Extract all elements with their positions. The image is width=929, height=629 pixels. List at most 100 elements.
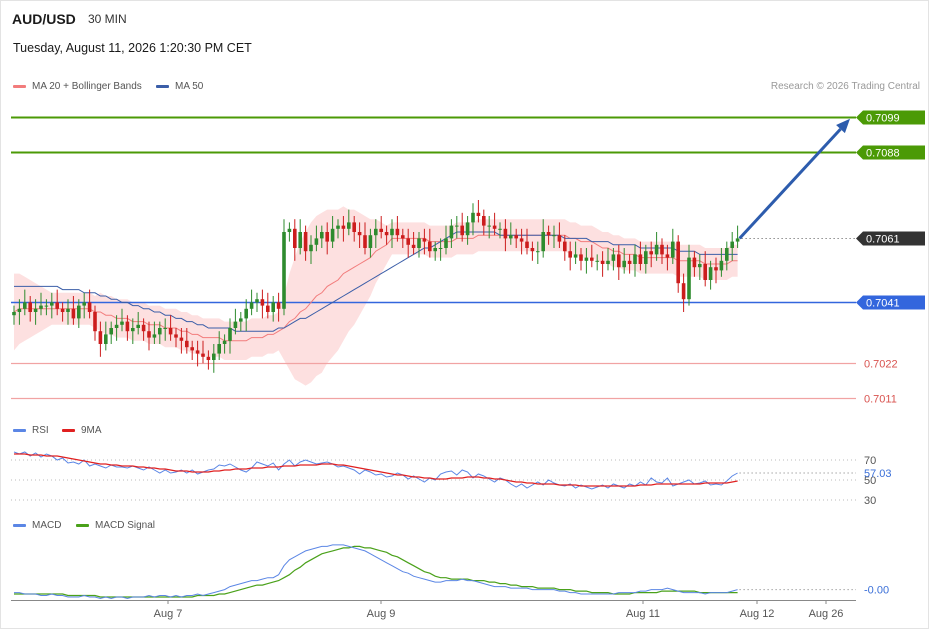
candle-body — [687, 257, 691, 300]
candle-body — [627, 260, 632, 264]
candle-body — [363, 235, 367, 248]
candle-body — [325, 232, 329, 242]
candle-body — [293, 228, 297, 248]
candle-body — [109, 328, 113, 335]
candle-body — [352, 222, 356, 232]
candle-body — [644, 251, 648, 264]
candle-body — [309, 244, 313, 252]
candle-body — [471, 212, 475, 223]
candle-body — [465, 222, 470, 236]
macd-current-label: -0.00 — [864, 585, 889, 597]
rsi-current-label: 57.03 — [864, 468, 892, 480]
candle-body — [249, 302, 254, 309]
candle-body — [422, 238, 427, 242]
candle-body — [428, 241, 432, 252]
current-price-label: 0.7061 — [866, 234, 900, 246]
candle-body — [600, 260, 605, 264]
candle-body — [39, 305, 43, 309]
candle-body — [692, 257, 697, 268]
candle-body — [482, 216, 486, 226]
candle-body — [120, 321, 124, 325]
candle-body — [114, 324, 119, 328]
candle-body — [222, 340, 227, 344]
candle-body — [141, 324, 146, 332]
candle-body — [514, 235, 518, 239]
candle-body — [681, 283, 686, 300]
candle-body — [622, 260, 626, 268]
rsi-tick-label: 70 — [864, 455, 876, 467]
candle-body — [390, 228, 394, 236]
candle-body — [260, 299, 265, 306]
candle-body — [314, 238, 319, 245]
rsi-tick-label: 30 — [864, 495, 876, 507]
candle-body — [438, 248, 443, 249]
candle-body — [530, 248, 535, 252]
candle-body — [163, 328, 167, 329]
candle-body — [719, 260, 724, 271]
candle-body — [401, 235, 405, 239]
level-label: 0.7011 — [864, 394, 897, 406]
candle-body — [654, 244, 659, 255]
candle-body — [136, 324, 140, 328]
candle-body — [320, 232, 324, 239]
candle-body — [411, 244, 416, 248]
candle-body — [708, 267, 713, 280]
candle-body — [174, 334, 178, 338]
candle-body — [379, 228, 383, 232]
candle-body — [384, 232, 389, 236]
candle-body — [455, 225, 459, 227]
candle-body — [649, 251, 653, 255]
candle-body — [28, 302, 32, 312]
candle-body — [87, 302, 92, 312]
candle-body — [336, 225, 340, 229]
x-tick-label: Aug 9 — [367, 608, 396, 620]
candle-body — [125, 321, 130, 332]
candle-body — [417, 238, 421, 248]
candle-body — [282, 232, 286, 309]
candle-body — [698, 264, 702, 268]
candle-body — [606, 260, 610, 264]
candle-body — [735, 238, 740, 242]
candle-body — [60, 308, 65, 312]
candle-body — [66, 308, 70, 312]
candle-body — [492, 225, 497, 229]
candle-body — [590, 257, 594, 261]
macd-signal-line — [14, 545, 738, 598]
candle-body — [573, 254, 578, 258]
x-tick-label: Aug 11 — [626, 608, 660, 620]
candle-body — [563, 241, 567, 252]
candle-body — [552, 235, 556, 237]
candle-body — [725, 248, 729, 261]
candle-body — [217, 344, 221, 354]
candle-body — [82, 302, 86, 306]
candle-body — [190, 347, 194, 351]
candle-body — [498, 228, 502, 230]
candle-body — [617, 254, 621, 268]
candle-body — [449, 225, 454, 239]
candle-body — [152, 334, 157, 338]
candle-body — [131, 328, 135, 332]
candle-body — [341, 225, 346, 229]
candle-body — [12, 312, 16, 316]
candle-body — [660, 244, 664, 255]
candle-body — [212, 353, 216, 360]
candle-body — [347, 222, 351, 229]
candle-body — [104, 334, 108, 344]
target-arrow-shaft — [738, 128, 842, 240]
candle-body — [633, 254, 637, 264]
candle-body — [460, 225, 464, 236]
candle-body — [536, 251, 540, 253]
candle-body — [611, 254, 616, 261]
candle-body — [55, 302, 59, 309]
candle-body — [23, 302, 27, 309]
level-label: 0.7088 — [866, 148, 900, 160]
candle-body — [541, 232, 545, 252]
candle-body — [525, 241, 529, 248]
candle-body — [395, 228, 400, 236]
candle-body — [444, 238, 448, 248]
candle-body — [158, 328, 162, 335]
candle-body — [255, 299, 259, 303]
candle-body — [185, 340, 189, 348]
rsi-ma-line — [14, 453, 738, 487]
candle-body — [357, 232, 362, 236]
